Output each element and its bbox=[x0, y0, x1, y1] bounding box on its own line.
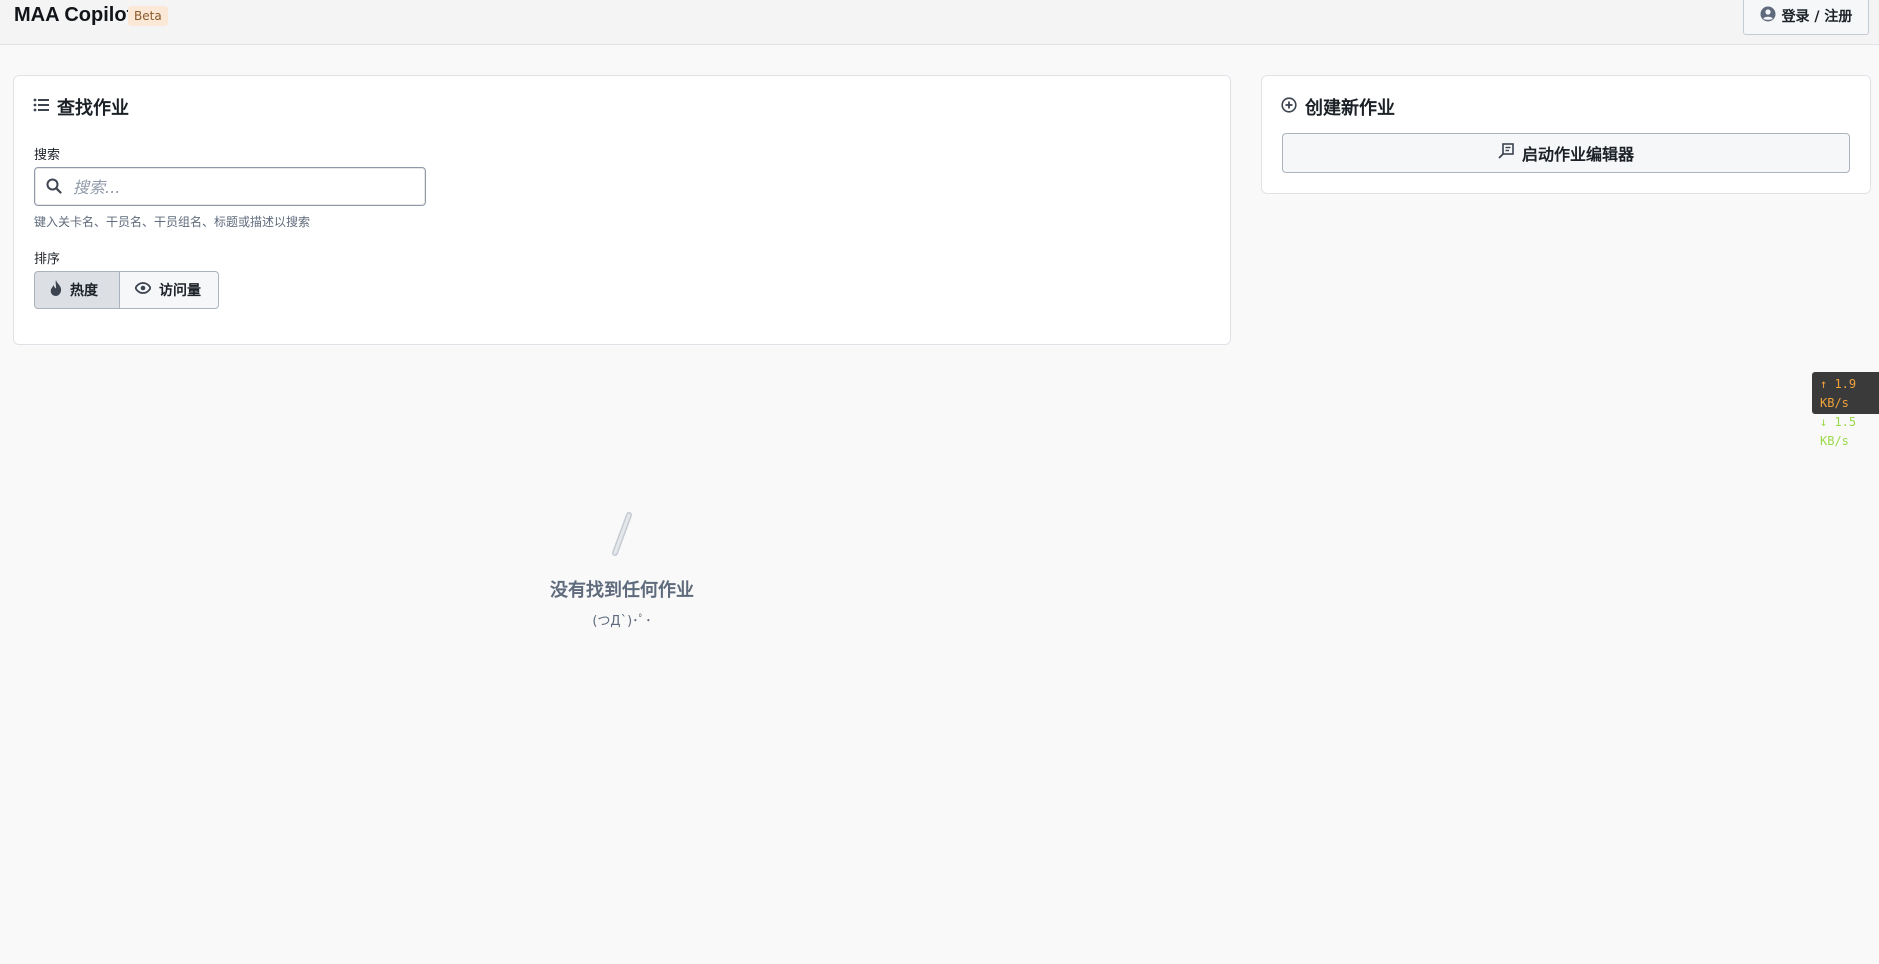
sort-label: 排序 bbox=[34, 252, 61, 267]
add-circle-icon bbox=[1281, 96, 1297, 118]
find-operations-title: 查找作业 bbox=[57, 98, 129, 119]
list-icon bbox=[33, 97, 49, 118]
download-speed: ↓ 1.5 KB/s bbox=[1820, 415, 1857, 448]
sort-views-button[interactable]: 访问量 bbox=[120, 271, 219, 309]
slash-icon bbox=[610, 512, 634, 560]
flame-icon bbox=[50, 280, 62, 300]
launch-editor-button[interactable]: 启动作业编辑器 bbox=[1282, 133, 1850, 173]
create-operation-title: 创建新作业 bbox=[1305, 98, 1395, 119]
find-operations-card: 查找作业 搜索 键入关卡名、干员名、干员组名、标题或描述以搜索 排序 热度 bbox=[13, 75, 1231, 345]
search-icon bbox=[46, 178, 62, 198]
sort-button-group: 热度 访问量 bbox=[34, 271, 219, 309]
create-operation-card: 创建新作业 启动作业编辑器 bbox=[1261, 75, 1871, 194]
user-icon bbox=[1760, 6, 1776, 26]
find-operations-heading: 查找作业 bbox=[33, 94, 129, 120]
login-register-button[interactable]: 登录 / 注册 bbox=[1743, 0, 1869, 35]
search-help-text: 键入关卡名、干员名、干员组名、标题或描述以搜索 bbox=[34, 215, 311, 229]
sort-views-label: 访问量 bbox=[159, 283, 201, 299]
sort-hotness-button[interactable]: 热度 bbox=[34, 271, 120, 309]
network-speed-widget: ↑ 1.9 KB/s ↓ 1.5 KB/s bbox=[1812, 372, 1879, 448]
create-operation-heading: 创建新作业 bbox=[1281, 94, 1395, 120]
beta-badge: Beta bbox=[128, 6, 168, 26]
sort-hotness-label: 热度 bbox=[70, 283, 98, 299]
search-input[interactable] bbox=[73, 172, 418, 202]
eye-icon bbox=[134, 282, 152, 298]
top-navbar: MAA Copilot Beta 登录 / 注册 bbox=[0, 0, 1879, 45]
empty-state-title: 没有找到任何作业 bbox=[550, 580, 694, 601]
empty-state-subtitle: (つД`)･ﾟ･ bbox=[592, 614, 652, 629]
edit-document-icon bbox=[1498, 143, 1514, 163]
login-register-label: 登录 / 注册 bbox=[1781, 8, 1853, 25]
upload-speed: ↑ 1.9 KB/s bbox=[1820, 377, 1857, 410]
search-field[interactable] bbox=[34, 167, 426, 206]
app-title[interactable]: MAA Copilot bbox=[14, 4, 133, 27]
search-label: 搜索 bbox=[34, 148, 61, 163]
launch-editor-label: 启动作业编辑器 bbox=[1521, 145, 1634, 164]
